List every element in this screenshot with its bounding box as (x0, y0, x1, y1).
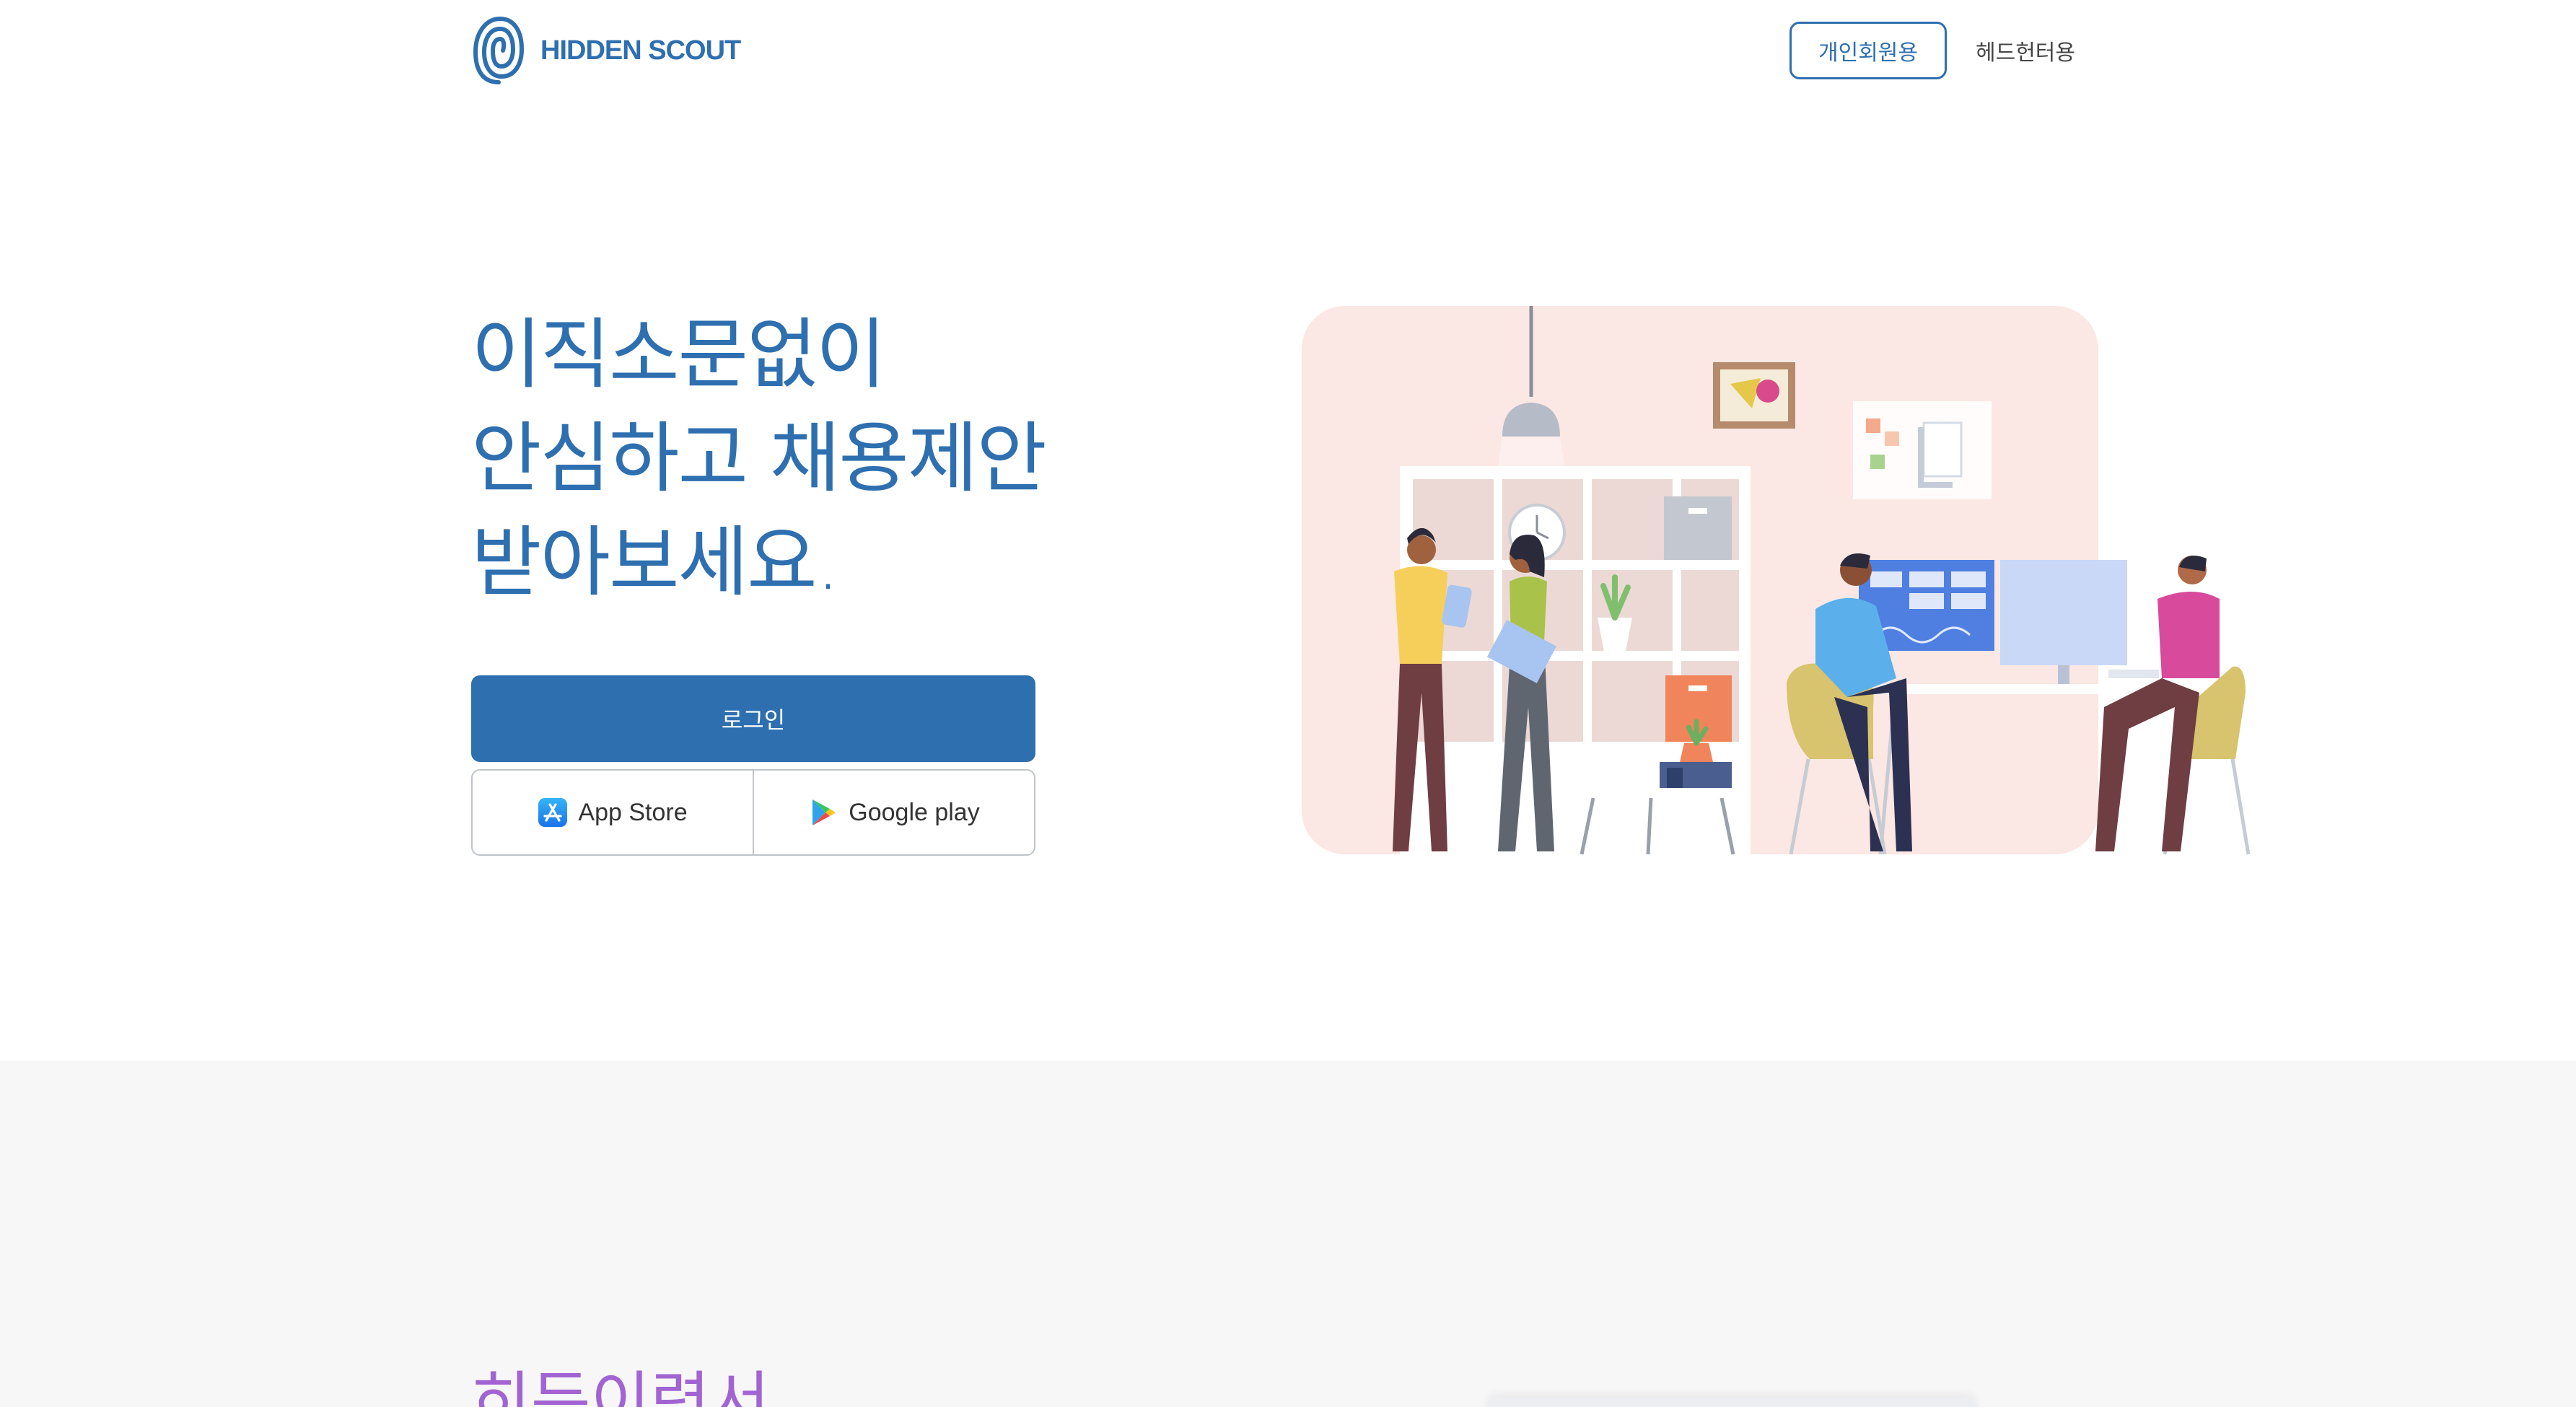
app-store-button[interactable]: App Store (473, 771, 753, 854)
store-buttons: App Store Google play (471, 769, 1035, 856)
app-store-label: App Store (578, 798, 688, 826)
site-header: HIDDEN SCOUT 개인회원용 헤드헌터용 (0, 0, 2576, 101)
hero-title-line-3: 받아보세요. (471, 518, 840, 607)
spiral-logo-icon (473, 16, 525, 84)
nav-headhunter-link[interactable]: 헤드헌터용 (1976, 22, 2075, 79)
logo-text: HIDDEN SCOUT (540, 35, 741, 66)
hero-title: 이직소문없이 안심하고 채용제안 받아보세요. (471, 303, 1121, 615)
google-play-button[interactable]: Google play (753, 771, 1034, 854)
hidden-resume-section (0, 1061, 2576, 1407)
site-logo[interactable]: HIDDEN SCOUT (471, 13, 741, 88)
google-play-label: Google play (849, 798, 980, 826)
hero-title-line-2: 안심하고 채용제안 (471, 414, 1047, 503)
section-title: 히든이력서 (471, 1364, 770, 1407)
nav-personal-button[interactable]: 개인회원용 (1789, 22, 1947, 79)
app-store-icon (538, 798, 568, 827)
google-play-icon (812, 799, 836, 825)
office-team-illustration (1302, 306, 2251, 856)
login-button[interactable]: 로그인 (471, 675, 1035, 762)
hero-title-line-1: 이직소문없이 (471, 310, 886, 399)
section-card (1486, 1398, 1977, 1407)
